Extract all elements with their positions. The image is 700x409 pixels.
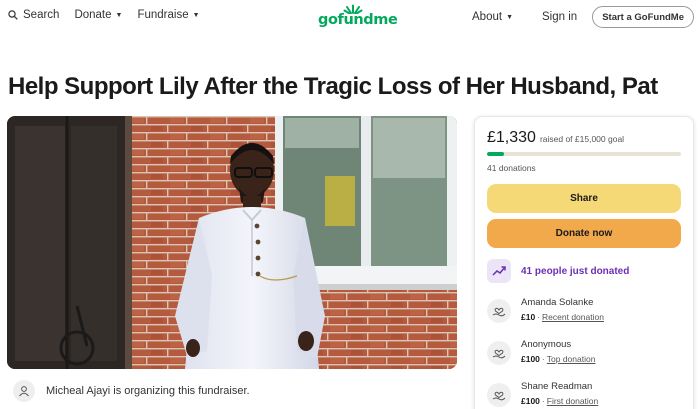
campaign-hero-image[interactable] bbox=[7, 116, 457, 369]
share-button[interactable]: Share bbox=[487, 184, 681, 213]
donor-details: Amanda Solanke £10 · Recent donation bbox=[521, 297, 604, 323]
caret-down-icon: ▼ bbox=[192, 11, 200, 19]
heart-hand-icon bbox=[487, 341, 511, 365]
trend-icon bbox=[487, 259, 511, 283]
donate-menu[interactable]: Donate ▼ bbox=[74, 9, 122, 21]
first-donation-link[interactable]: First donation bbox=[547, 396, 599, 406]
donor-meta: £100 · Top donation bbox=[521, 354, 595, 365]
donate-menu-label: Donate bbox=[74, 9, 112, 21]
raised-goal-label: raised of £15,000 goal bbox=[539, 134, 625, 144]
logo-text: gofundme bbox=[318, 12, 398, 28]
donor-meta: £100 · First donation bbox=[521, 396, 598, 407]
recent-donations-text: 41 people just donated bbox=[521, 265, 630, 277]
donor-name: Shane Readman bbox=[521, 381, 593, 392]
nav-right: About ▼ Sign in Start a GoFundMe bbox=[472, 6, 694, 28]
search-link[interactable]: Search bbox=[8, 9, 59, 21]
heart-hand-icon bbox=[487, 383, 511, 407]
donor-name: Amanda Solanke bbox=[521, 297, 594, 308]
donor-meta: £10 · Recent donation bbox=[521, 312, 604, 323]
about-menu[interactable]: About ▼ bbox=[472, 11, 513, 23]
progress-fill bbox=[487, 152, 505, 156]
caret-down-icon: ▼ bbox=[115, 11, 123, 19]
donation-card: £1,330 raised of £15,000 goal 41 donatio… bbox=[474, 116, 694, 409]
fundraise-menu-label: Fundraise bbox=[137, 9, 189, 21]
sign-in-link[interactable]: Sign in bbox=[542, 11, 577, 23]
search-icon bbox=[8, 10, 18, 20]
donation-count: 41 donations bbox=[487, 163, 536, 173]
search-label: Search bbox=[23, 9, 60, 21]
heart-hand-icon bbox=[487, 299, 511, 323]
progress-bar bbox=[487, 152, 681, 156]
campaign-title: Help Support Lily After the Tragic Loss … bbox=[8, 73, 658, 100]
raised-amount: £1,330 bbox=[487, 129, 536, 146]
donor-item: Amanda Solanke £10 · Recent donation bbox=[487, 297, 604, 323]
recent-donation-link[interactable]: Recent donation bbox=[542, 312, 604, 322]
donor-separator: · bbox=[541, 396, 545, 406]
donor-amount: £10 bbox=[521, 312, 536, 322]
top-navigation: Search Donate ▼ Fundraise ▼ gofundme Abo… bbox=[0, 0, 700, 36]
start-gofundme-button[interactable]: Start a GoFundMe bbox=[592, 6, 694, 28]
nav-left: Search Donate ▼ Fundraise ▼ bbox=[8, 9, 215, 21]
about-menu-label: About bbox=[472, 11, 503, 23]
donor-details: Anonymous £100 · Top donation bbox=[521, 339, 595, 365]
recent-donations-banner[interactable]: 41 people just donated bbox=[487, 259, 629, 283]
donor-separator: · bbox=[537, 312, 541, 322]
top-donation-link[interactable]: Top donation bbox=[547, 354, 596, 364]
raised-summary: £1,330 raised of £15,000 goal bbox=[487, 129, 624, 147]
donor-amount: £100 bbox=[521, 354, 540, 364]
donor-item: Shane Readman £100 · First donation bbox=[487, 381, 598, 407]
donor-item: Anonymous £100 · Top donation bbox=[487, 339, 595, 365]
fundraise-menu[interactable]: Fundraise ▼ bbox=[137, 9, 199, 21]
caret-down-icon: ▼ bbox=[506, 13, 514, 21]
donor-amount: £100 bbox=[521, 396, 540, 406]
donor-separator: · bbox=[541, 354, 545, 364]
donor-details: Shane Readman £100 · First donation bbox=[521, 381, 598, 407]
hero-photo bbox=[7, 116, 457, 369]
user-icon bbox=[13, 380, 35, 402]
donate-now-button[interactable]: Donate now bbox=[487, 219, 681, 248]
donor-name: Anonymous bbox=[521, 339, 572, 350]
organizer-text: Micheal Ajayi is organizing this fundrai… bbox=[46, 385, 250, 397]
gofundme-logo[interactable]: gofundme bbox=[318, 4, 398, 30]
organizer-row: Micheal Ajayi is organizing this fundrai… bbox=[13, 380, 250, 402]
